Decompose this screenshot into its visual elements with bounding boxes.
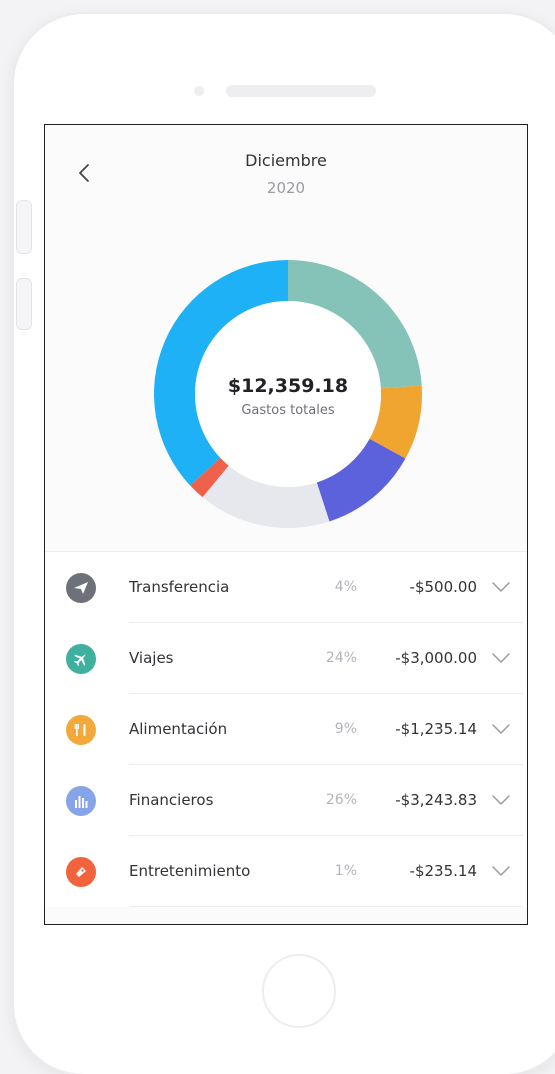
chevron-down-icon[interactable]	[491, 793, 511, 807]
expense-donut-chart: $12,359.18 Gastos totales	[153, 259, 423, 529]
bar-chart-icon	[66, 786, 96, 816]
category-list: Transferencia 4% -$500.00 Viajes 24% -$3…	[45, 551, 527, 907]
category-row-alimentacion[interactable]: Alimentación 9% -$1,235.14	[45, 694, 527, 765]
front-camera	[194, 86, 204, 96]
category-row-financieros[interactable]: Financieros 26% -$3,243.83	[45, 765, 527, 836]
month-title: Diciembre	[245, 151, 327, 170]
category-percent: 26%	[325, 792, 357, 808]
app-screen: Diciembre 2020 $12,359.18 Gastos totales…	[44, 124, 528, 925]
category-name: Alimentación	[129, 720, 228, 738]
chevron-down-icon[interactable]	[491, 580, 511, 594]
year-subtitle: 2020	[266, 179, 306, 197]
cutlery-icon	[66, 715, 96, 745]
speaker-grille	[226, 85, 376, 97]
chevron-down-icon[interactable]	[491, 722, 511, 736]
home-button[interactable]	[262, 954, 336, 1028]
category-percent: 9%	[334, 721, 357, 737]
category-percent: 4%	[334, 579, 357, 595]
total-label: Gastos totales	[241, 403, 335, 418]
category-name: Viajes	[129, 649, 174, 667]
paper-plane-icon	[66, 573, 96, 603]
category-row-viajes[interactable]: Viajes 24% -$3,000.00	[45, 623, 527, 694]
chevron-down-icon[interactable]	[491, 651, 511, 665]
category-amount: -$3,000.00	[395, 649, 477, 667]
chevron-down-icon[interactable]	[491, 864, 511, 878]
category-name: Transferencia	[129, 578, 230, 596]
category-percent: 24%	[325, 650, 357, 666]
category-amount: -$235.14	[409, 862, 477, 880]
category-amount: -$3,243.83	[395, 791, 477, 809]
category-amount: -$500.00	[409, 578, 477, 596]
category-name: Financieros	[129, 791, 214, 809]
ticket-icon	[66, 857, 96, 887]
category-amount: -$1,235.14	[395, 720, 477, 738]
volume-down-button	[16, 278, 32, 330]
total-amount: $12,359.18	[227, 375, 349, 397]
category-name: Entretenimiento	[129, 862, 251, 880]
volume-up-button	[16, 200, 32, 254]
category-percent: 1%	[334, 863, 357, 879]
category-row-entretenimiento[interactable]: Entretenimiento 1% -$235.14	[45, 836, 527, 907]
airplane-icon	[66, 644, 96, 674]
category-row-transferencia[interactable]: Transferencia 4% -$500.00	[45, 552, 527, 623]
